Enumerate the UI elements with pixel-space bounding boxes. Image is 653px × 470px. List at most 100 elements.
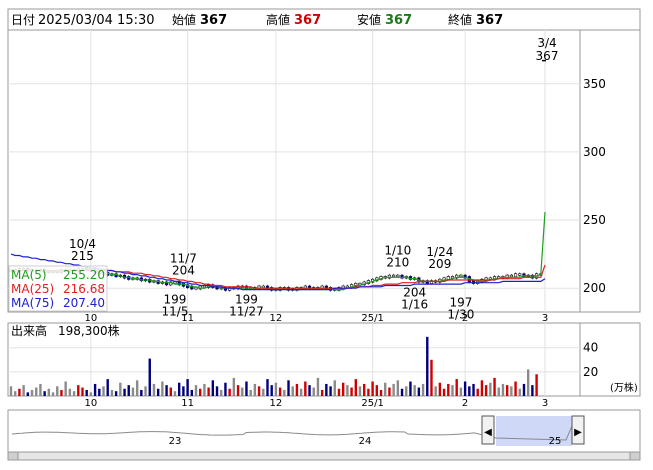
- volume-bar: [421, 383, 425, 396]
- volume-bar: [476, 388, 479, 396]
- close-value: 367: [476, 13, 503, 28]
- volume-bar: [72, 391, 76, 396]
- volume-bar: [123, 388, 126, 396]
- volume-bar: [295, 383, 299, 396]
- candle-body: [459, 274, 463, 278]
- high-value: 367: [294, 13, 321, 28]
- scrollbar-right-button[interactable]: [629, 451, 641, 461]
- volume-bar: [93, 383, 97, 396]
- volume-bar: [333, 380, 336, 396]
- volume-unit: (万株): [610, 381, 638, 394]
- annotation-date: 11/27: [229, 305, 264, 319]
- chevron-right-icon[interactable]: ▶: [574, 427, 582, 438]
- volume-bar: [426, 336, 429, 396]
- volume-bar: [102, 386, 105, 396]
- annotation-date: 1/30: [447, 307, 474, 321]
- volume-bar: [81, 387, 84, 396]
- volume-bar: [531, 385, 534, 396]
- volume-bar: [312, 387, 315, 396]
- month-tick-label: 2: [462, 398, 468, 409]
- volume-bar: [135, 380, 139, 396]
- volume-bar: [148, 358, 151, 396]
- price-y-tick-label: 200: [583, 281, 606, 295]
- volume-bar: [451, 385, 454, 396]
- volume-bar: [518, 388, 521, 396]
- volume-bar: [430, 359, 433, 396]
- volume-bar: [270, 385, 273, 396]
- volume-bar: [392, 383, 395, 396]
- volume-bar: [119, 382, 122, 396]
- volume-bar: [480, 380, 484, 396]
- volume-bar: [468, 386, 471, 396]
- volume-bar: [489, 382, 492, 396]
- volume-chart[interactable]: 40 20 出来高 198,300株 (万株): [7, 322, 641, 397]
- volume-bar: [177, 382, 181, 396]
- volume-bar: [232, 377, 236, 396]
- volume-bar: [417, 387, 421, 396]
- scrollbar-left-button[interactable]: [7, 451, 19, 461]
- volume-bar: [14, 391, 17, 396]
- volume-bar: [211, 380, 215, 396]
- volume-bar: [501, 383, 505, 396]
- volume-bar: [484, 385, 488, 396]
- date-value: 2025/03/04 15:30: [38, 13, 155, 28]
- volume-bar: [60, 389, 63, 396]
- legend-ma5-name: MA(5): [11, 268, 47, 282]
- volume-bar: [434, 386, 437, 396]
- price-y-tick-label: 350: [583, 77, 606, 91]
- month-tick-label: 11: [181, 398, 194, 409]
- volume-bar: [47, 388, 51, 396]
- volume-bar: [388, 387, 391, 396]
- range-navigator[interactable]: 23 24 25 ◀ ▶: [7, 409, 641, 461]
- date-label: 日付: [11, 13, 35, 27]
- volume-bar: [522, 383, 526, 396]
- navigator-right-handle[interactable]: ▶: [571, 415, 585, 445]
- volume-bar: [156, 388, 160, 396]
- annotation-value: 210: [386, 256, 409, 270]
- navigator-left-handle[interactable]: ◀: [481, 415, 495, 445]
- price-header: 日付 2025/03/04 15:30 始値 367 高値 367 安値 367…: [7, 8, 641, 31]
- price-y-tick-label: 300: [583, 145, 606, 159]
- volume-bar: [68, 388, 72, 396]
- navigator-label-24: 24: [359, 436, 372, 447]
- volume-bar: [350, 387, 353, 396]
- volume-bar: [262, 388, 265, 396]
- volume-bar: [362, 383, 366, 396]
- volume-bar: [308, 385, 311, 396]
- volume-bar: [18, 388, 21, 396]
- price-chart[interactable]: 350300250200 10/4215 11/720419911/519911/…: [7, 29, 641, 321]
- volume-bar: [493, 377, 496, 396]
- legend-ma75-value: 207.40: [63, 296, 105, 310]
- volume-bar: [30, 389, 34, 396]
- volume-bar: [346, 385, 349, 396]
- volume-y-tick-label: 20: [583, 365, 598, 379]
- volume-bar: [89, 392, 93, 396]
- volume-bar: [341, 382, 345, 396]
- annotation-value: 215: [71, 249, 94, 263]
- volume-bar: [236, 385, 240, 396]
- volume-bar: [354, 379, 357, 396]
- volume-bar: [325, 383, 328, 396]
- volume-bar: [287, 380, 290, 396]
- month-tick-label: 3: [542, 398, 548, 409]
- month-tick-label: 12: [270, 398, 283, 409]
- volume-bar: [514, 381, 517, 396]
- volume-bar: [64, 381, 67, 396]
- volume-bar: [56, 386, 59, 396]
- low-label: 安値: [357, 12, 381, 27]
- navigator-scrollbar-track[interactable]: [7, 451, 641, 461]
- low-value: 367: [385, 13, 412, 28]
- volume-bar: [131, 387, 135, 396]
- volume-bar: [182, 386, 185, 396]
- volume-bar: [152, 383, 156, 396]
- navigator-label-25: 25: [549, 436, 562, 447]
- annotation-value: 367: [536, 49, 559, 63]
- volume-bar: [375, 385, 379, 396]
- annotation-value: 209: [428, 257, 451, 271]
- price-y-tick-label: 250: [583, 213, 606, 227]
- volume-bar: [85, 389, 88, 396]
- chevron-left-icon[interactable]: ◀: [484, 427, 492, 438]
- volume-bar: [98, 388, 101, 396]
- volume-bar: [161, 381, 164, 396]
- month-tick-label: 10: [85, 313, 98, 324]
